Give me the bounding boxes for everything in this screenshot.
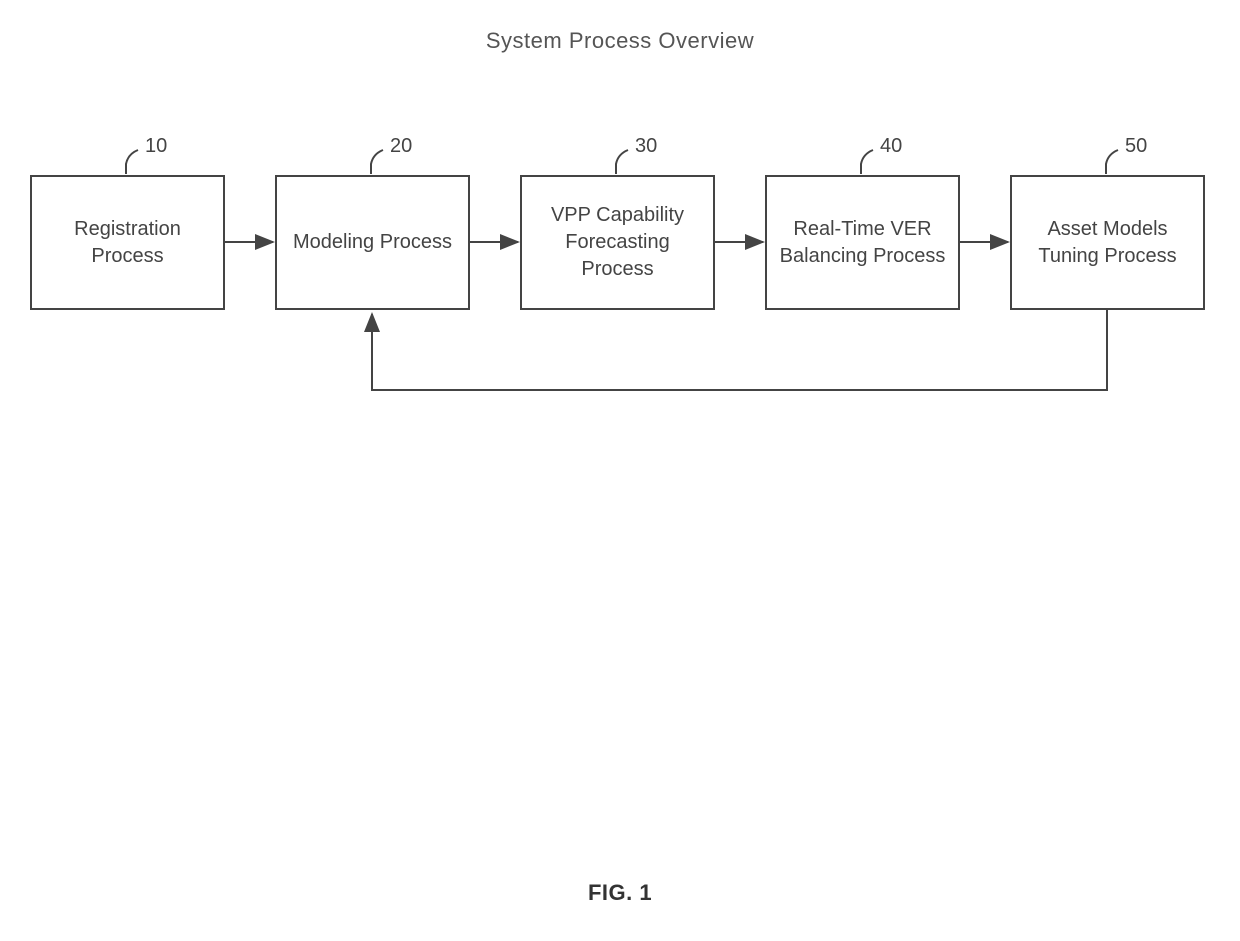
leader-40 <box>861 150 873 174</box>
feedback-arrow <box>372 310 1107 390</box>
figure-label: FIG. 1 <box>0 880 1240 906</box>
leader-10 <box>126 150 138 174</box>
leader-30 <box>616 150 628 174</box>
arrows-svg <box>0 0 1240 941</box>
leader-50 <box>1106 150 1118 174</box>
diagram-stage: Registration Process Modeling Process VP… <box>0 0 1240 941</box>
leader-20 <box>371 150 383 174</box>
